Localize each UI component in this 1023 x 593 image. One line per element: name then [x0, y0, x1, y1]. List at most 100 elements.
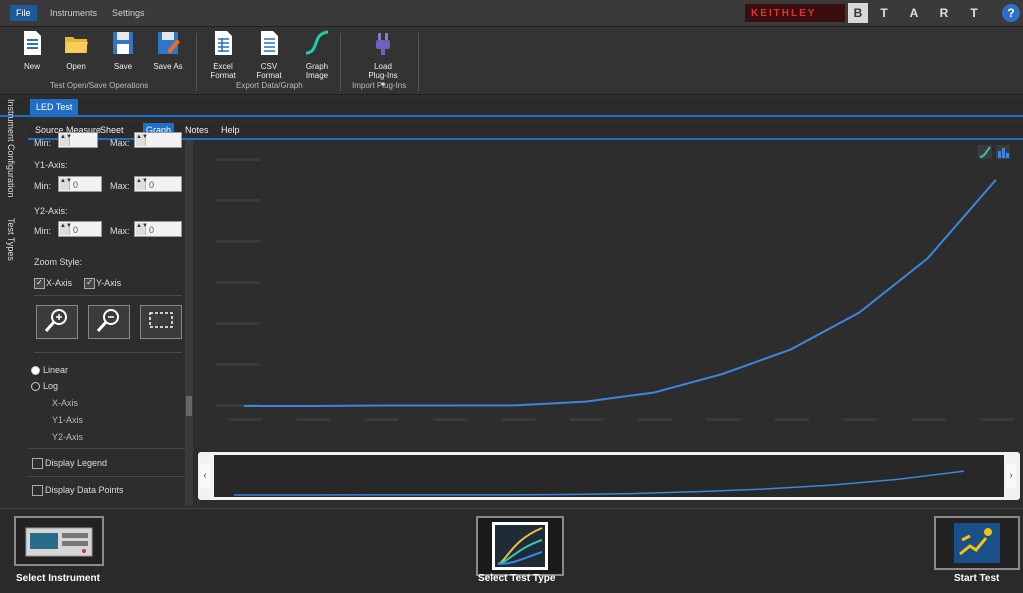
- new-file-icon: [24, 31, 41, 55]
- zoom-in-button[interactable]: [36, 305, 78, 339]
- y1-min-value: 0: [73, 180, 79, 190]
- document-tab-bar: LED Test: [0, 98, 1023, 117]
- brand-logo: KEITHLEY: [745, 4, 845, 22]
- y1-max-input[interactable]: ▲▼ 0: [134, 176, 182, 192]
- new-button[interactable]: New: [13, 29, 51, 71]
- csv-format-button[interactable]: CSV Format: [250, 29, 288, 80]
- tart-t: T: [880, 6, 888, 20]
- panel-scrollbar[interactable]: [185, 140, 193, 506]
- select-test-type-label: Select Test Type: [478, 573, 556, 584]
- save-button[interactable]: Save: [104, 29, 142, 71]
- ribbon-separator: [340, 33, 341, 91]
- log-x-axis-option[interactable]: X-Axis: [52, 398, 78, 408]
- display-data-points-checkbox[interactable]: [32, 485, 43, 496]
- help-icon[interactable]: ?: [1002, 4, 1020, 22]
- title-bar: File Instruments Settings KEITHLEY B T A…: [0, 0, 1023, 27]
- overview-left-handle[interactable]: ‹: [200, 464, 210, 488]
- overview-series-line: [234, 470, 965, 496]
- group-label-plugins: Import Plug-Ins: [352, 81, 407, 90]
- x-tick-label: [501, 418, 536, 421]
- submenu-help[interactable]: Help: [218, 123, 243, 137]
- bottom-navigation: Select Instrument Select Test Type Start…: [0, 508, 1023, 593]
- ribbon-separator: [196, 33, 197, 91]
- x-tick-label: [980, 418, 1014, 421]
- zoom-x-axis-checkbox[interactable]: ✓: [34, 278, 45, 289]
- save-as-icon: [158, 32, 180, 54]
- submenu-notes[interactable]: Notes: [182, 123, 212, 137]
- select-instrument-button[interactable]: [14, 516, 104, 566]
- start-test-icon: [954, 523, 1000, 563]
- graph-area: [196, 140, 1023, 448]
- select-test-type-button[interactable]: [476, 516, 564, 576]
- graph-overview-navigator[interactable]: ‹ ›: [198, 452, 1020, 500]
- new-label: New: [23, 62, 40, 71]
- x-tick-label: [774, 418, 809, 421]
- log-label: Log: [43, 381, 59, 391]
- zoom-out-button[interactable]: [88, 305, 130, 339]
- x-tick-label: [638, 418, 673, 421]
- chart-settings-icon[interactable]: [978, 145, 992, 159]
- zoom-style-label: Zoom Style:: [34, 257, 83, 267]
- submenu-sheet[interactable]: Sheet: [97, 123, 127, 137]
- save-label: Save: [113, 62, 133, 71]
- series-line: [244, 179, 997, 407]
- x-min-label: Min:: [34, 138, 52, 148]
- display-data-points-label: Display Data Points: [45, 485, 124, 495]
- tab-led-test[interactable]: LED Test: [30, 99, 79, 115]
- x-tick-label: [911, 418, 946, 421]
- scrollbar-thumb[interactable]: [186, 396, 192, 416]
- x-tick-label: [706, 418, 741, 421]
- linear-radio[interactable]: [31, 366, 40, 375]
- tab-instrument-configuration[interactable]: Instrument Configuration: [6, 99, 16, 198]
- log-y1-axis-option[interactable]: Y1-Axis: [52, 415, 83, 425]
- x-max-input[interactable]: ▲▼: [134, 132, 182, 148]
- y1-axis-label: Y1-Axis:: [34, 160, 68, 170]
- select-instrument-label: Select Instrument: [16, 573, 100, 584]
- graph-image-label: Graph Image: [305, 62, 329, 80]
- x-tick-label: [364, 418, 399, 421]
- zoom-x-axis-label: X-Axis: [46, 278, 73, 288]
- display-legend-checkbox[interactable]: [32, 458, 43, 469]
- tart-r: R: [939, 6, 949, 20]
- excel-format-label: Excel Format: [210, 62, 236, 80]
- x-min-input[interactable]: ▲▼: [58, 132, 98, 148]
- chart-toolbar: [978, 145, 1010, 159]
- divider: [34, 295, 182, 296]
- y2-min-input[interactable]: ▲▼ 0: [58, 221, 102, 237]
- linear-label: Linear: [43, 365, 69, 375]
- csv-format-icon: [261, 31, 278, 55]
- test-type-icon: [492, 522, 548, 570]
- open-label: Open: [66, 62, 86, 71]
- menu-settings[interactable]: Settings: [106, 5, 151, 21]
- menu-instruments[interactable]: Instruments: [44, 5, 103, 21]
- zoom-out-icon: [96, 309, 119, 332]
- side-tabs: Instrument Configuration Test Types: [4, 99, 22, 269]
- tab-test-types[interactable]: Test Types: [6, 218, 16, 261]
- excel-format-button[interactable]: Excel Format: [204, 29, 242, 80]
- y-tick-label: [216, 363, 260, 366]
- save-as-button[interactable]: Save As: [149, 29, 187, 71]
- x-tick-label: [843, 418, 878, 421]
- y2-max-input[interactable]: ▲▼ 0: [134, 221, 182, 237]
- overview-right-handle[interactable]: ›: [1006, 464, 1016, 488]
- start-test-button[interactable]: [934, 516, 1020, 570]
- log-radio[interactable]: [31, 382, 40, 391]
- y-tick-label: [216, 199, 260, 202]
- chart-type-icon[interactable]: [996, 145, 1010, 159]
- x-max-label: Max:: [110, 138, 130, 148]
- y1-max-value: 0: [149, 180, 155, 190]
- load-plugins-button[interactable]: Load Plug-Ins ▾: [358, 29, 408, 89]
- zoom-fit-button[interactable]: [140, 305, 182, 339]
- zoom-y-axis-checkbox[interactable]: ✓: [84, 278, 95, 289]
- graph-image-button[interactable]: Graph Image: [298, 29, 336, 80]
- x-tick-label: [296, 418, 331, 421]
- group-label-open-save: Test Open/Save Operations: [50, 81, 149, 90]
- open-button[interactable]: Open: [57, 29, 95, 71]
- overview-plot: [214, 455, 1004, 497]
- divider: [34, 352, 182, 353]
- log-y2-axis-option[interactable]: Y2-Axis: [52, 432, 83, 442]
- x-tick-label: [228, 418, 262, 421]
- open-folder-icon: [65, 37, 88, 53]
- y1-min-input[interactable]: ▲▼ 0: [58, 176, 102, 192]
- menu-file[interactable]: File: [10, 5, 37, 21]
